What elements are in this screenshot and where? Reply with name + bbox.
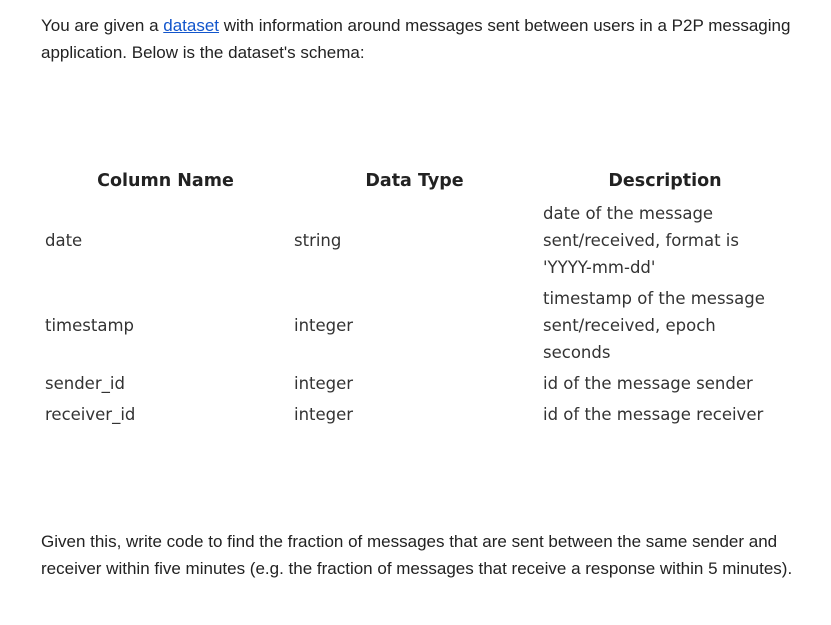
description-cell: id of the message receiver: [543, 405, 764, 424]
task-paragraph: Given this, write code to find the fract…: [41, 532, 793, 578]
column-name-cell: timestamp: [45, 316, 135, 335]
table-row: receiver_id integer id of the message re…: [41, 399, 791, 430]
column-name-cell: sender_id: [45, 374, 125, 393]
data-type-cell: string: [294, 231, 342, 250]
description-cell: timestamp of the message sent/received, …: [543, 289, 765, 362]
intro-paragraph: You are given a dataset with information…: [41, 12, 801, 66]
table-row: date string date of the message sent/rec…: [41, 198, 791, 283]
data-type-cell: integer: [294, 374, 354, 393]
description-cell: date of the message sent/received, forma…: [543, 204, 739, 277]
column-name-cell: date: [45, 231, 83, 250]
schema-table: Column Name Data Type Description date s…: [41, 164, 791, 430]
intro-text-before-link: You are given a: [41, 16, 164, 35]
table-row: timestamp integer timestamp of the messa…: [41, 283, 791, 368]
data-type-cell: integer: [294, 316, 354, 335]
header-description: Description: [608, 171, 722, 191]
dataset-link[interactable]: dataset: [163, 16, 219, 35]
header-data-type: Data Type: [365, 171, 464, 191]
description-cell: id of the message sender: [543, 374, 753, 393]
header-column-name: Column Name: [97, 171, 234, 191]
schema-header-row: Column Name Data Type Description: [41, 164, 791, 198]
data-type-cell: integer: [294, 405, 354, 424]
column-name-cell: receiver_id: [45, 405, 136, 424]
table-row: sender_id integer id of the message send…: [41, 368, 791, 399]
